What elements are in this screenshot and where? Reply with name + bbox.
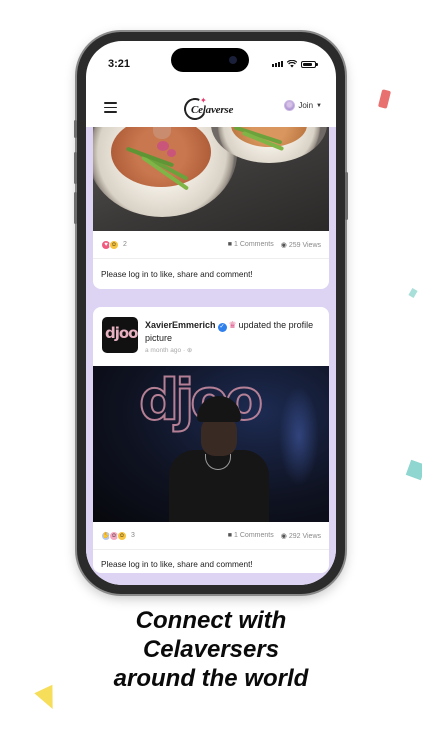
phone-side-button — [74, 152, 77, 184]
post-time: a month ago · — [145, 347, 186, 354]
post-card: djoo XavierEmmerich ✓ ♛ updated the profile… — [93, 307, 329, 573]
crown-icon: ♛ — [228, 320, 237, 330]
join-label: Join — [298, 101, 314, 110]
post-stats: ♥ ☺ 2 ■ 1 Comments ◉ 259 Views — [93, 231, 329, 259]
confetti-decoration — [405, 459, 422, 481]
join-button[interactable]: Join ▼ — [284, 100, 322, 111]
phone-side-button — [74, 120, 77, 138]
confetti-decoration — [377, 89, 392, 109]
wifi-icon — [287, 60, 297, 68]
battery-icon — [301, 60, 318, 68]
verified-icon: ✓ — [217, 323, 227, 332]
reaction-count: 3 — [131, 532, 135, 539]
reaction-count: 2 — [123, 241, 127, 248]
views-count: ◉ 259 Views — [280, 241, 321, 249]
feed[interactable]: ♥ ☺ 2 ■ 1 Comments ◉ 259 Views Please log … — [86, 127, 336, 585]
eye-icon: ◉ — [280, 532, 287, 540]
views-count: ◉ 292 Views — [280, 532, 321, 540]
logo-text: Celaverse — [191, 104, 234, 116]
phone-frame: 3:21 ✦ Celaverse Join ▼ ♥ ☺ 2 ■ 1 Commen… — [74, 32, 348, 594]
post-photo[interactable] — [93, 127, 329, 231]
reactions[interactable]: ♥ ☺ 2 — [101, 239, 127, 250]
phone-screen: 3:21 ✦ Celaverse Join ▼ ♥ ☺ 2 ■ 1 Commen… — [86, 41, 336, 585]
chevron-down-icon: ▼ — [316, 102, 322, 109]
dynamic-island — [171, 48, 249, 72]
post-card: ♥ ☺ 2 ■ 1 Comments ◉ 259 Views Please log … — [93, 127, 329, 289]
post-title: XavierEmmerich ✓ ♛ updated the profile pict… — [145, 319, 323, 344]
smile-reaction-icon: ☺ — [109, 239, 119, 250]
status-icons — [272, 60, 318, 68]
status-time: 3:21 — [108, 58, 131, 70]
post-header: djoo XavierEmmerich ✓ ♛ updated the profile… — [93, 307, 329, 365]
avatar[interactable]: djoo — [102, 317, 138, 353]
post-meta: a month ago · ⊕ — [145, 346, 192, 354]
status-bar: 3:21 — [86, 41, 336, 89]
promo-screen: 3:21 ✦ Celaverse Join ▼ ♥ ☺ 2 ■ 1 Commen… — [0, 0, 422, 750]
avatar — [284, 100, 296, 111]
caption-line: Celaversers — [142, 636, 280, 663]
globe-icon: ⊕ — [186, 347, 193, 354]
eye-icon: ◉ — [280, 241, 287, 249]
post-stats: ✋ ☺ ☺ 3 ■ 1 Comments ◉ 292 Views — [93, 522, 329, 550]
phone-side-button — [74, 192, 77, 224]
hamburger-icon[interactable] — [104, 102, 117, 113]
author-name[interactable]: XavierEmmerich — [145, 320, 216, 330]
app-bar: ✦ Celaverse Join ▼ — [86, 89, 336, 127]
reactions[interactable]: ✋ ☺ ☺ 3 — [101, 530, 135, 541]
comment-icon: ■ — [227, 241, 233, 248]
signal-icon — [272, 61, 283, 67]
celaverse-logo[interactable]: ✦ Celaverse — [180, 94, 240, 124]
comments-count[interactable]: ■ 1 Comments — [228, 532, 274, 539]
caption-line: around the world — [113, 665, 309, 692]
confetti-decoration — [408, 288, 418, 298]
phone-side-button — [345, 172, 348, 220]
post-photo[interactable]: djoo — [93, 366, 329, 522]
login-prompt[interactable]: Please log in to like, share and comment… — [93, 550, 329, 573]
comments-count[interactable]: ■ 1 Comments — [228, 241, 274, 248]
caption-line: Connect with — [135, 607, 287, 634]
login-prompt[interactable]: Please log in to like, share and comment… — [93, 260, 329, 287]
promo-caption: Connect with Celaversers around the worl… — [0, 606, 422, 693]
comment-icon: ■ — [227, 532, 233, 539]
avatar-text: djoo — [105, 324, 138, 342]
smile-reaction-icon: ☺ — [117, 530, 127, 541]
